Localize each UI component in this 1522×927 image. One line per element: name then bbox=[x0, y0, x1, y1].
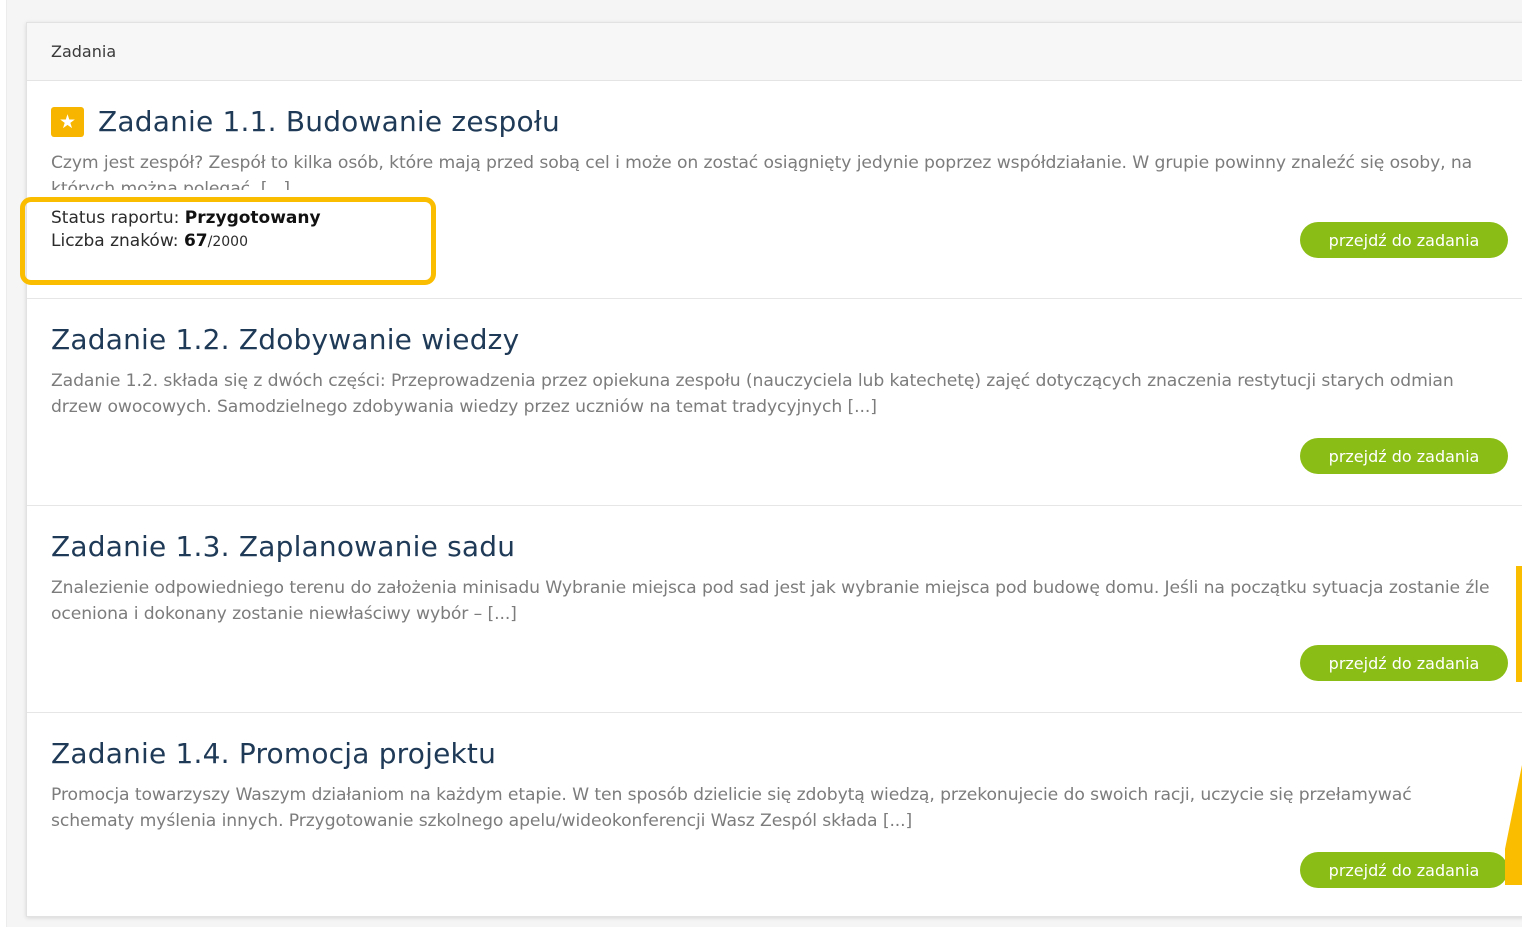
task-description: Czym jest zespół? Zespół to kilka osób, … bbox=[51, 153, 1473, 190]
task-item: Zadanie 1.2. Zdobywanie wiedzy Zadanie 1… bbox=[27, 299, 1522, 506]
go-to-task-button[interactable]: przejdź do zadania bbox=[1300, 438, 1508, 474]
task-item: ★ Zadanie 1.1. Budowanie zespołu Czym je… bbox=[27, 81, 1522, 299]
task-description: Promocja towarzyszy Waszym działaniom na… bbox=[51, 785, 1412, 831]
panel-header: Zadania bbox=[27, 23, 1522, 81]
task-item: Zadanie 1.3. Zaplanowanie sadu Znalezien… bbox=[27, 506, 1522, 713]
task-title-row: ★ Zadanie 1.1. Budowanie zespołu bbox=[51, 81, 1522, 138]
task-title[interactable]: Zadanie 1.1. Budowanie zespołu bbox=[98, 105, 560, 138]
panel-title: Zadania bbox=[51, 42, 117, 61]
status-value: Przygotowany bbox=[184, 208, 321, 228]
tasks-panel: Zadania ★ Zadanie 1.1. Budowanie zespołu… bbox=[26, 22, 1522, 917]
highlight-edge-mark bbox=[1516, 566, 1522, 682]
top-strip bbox=[0, 0, 1522, 10]
task-description: Znalezienie odpowiedniego terenu do zało… bbox=[51, 578, 1490, 624]
char-count: Liczba znaków: 67/2000 bbox=[51, 228, 1522, 255]
go-to-task-button[interactable]: przejdź do zadania bbox=[1300, 645, 1508, 681]
task-title[interactable]: Zadanie 1.2. Zdobywanie wiedzy bbox=[51, 323, 519, 356]
status-label: Status raportu: bbox=[51, 208, 180, 228]
task-description: Zadanie 1.2. składa się z dwóch części: … bbox=[51, 371, 1454, 417]
task-title-row: Zadanie 1.2. Zdobywanie wiedzy bbox=[51, 299, 1522, 356]
chars-value: 67 bbox=[183, 231, 208, 251]
task-title-row: Zadanie 1.4. Promocja projektu bbox=[51, 713, 1522, 770]
chars-limit: /2000 bbox=[207, 234, 248, 250]
task-item: Zadanie 1.4. Promocja projektu Promocja … bbox=[27, 713, 1522, 918]
star-icon: ★ bbox=[51, 106, 84, 137]
task-title[interactable]: Zadanie 1.4. Promocja projektu bbox=[51, 737, 496, 770]
chars-label: Liczba znaków: bbox=[51, 231, 179, 251]
task-title-row: Zadanie 1.3. Zaplanowanie sadu bbox=[51, 506, 1522, 563]
go-to-task-button[interactable]: przejdź do zadania bbox=[1300, 852, 1508, 888]
page-left-edge bbox=[0, 0, 7, 927]
report-status-block: Status raportu: Przygotowany Liczba znak… bbox=[51, 205, 1522, 255]
task-title[interactable]: Zadanie 1.3. Zaplanowanie sadu bbox=[51, 530, 515, 563]
